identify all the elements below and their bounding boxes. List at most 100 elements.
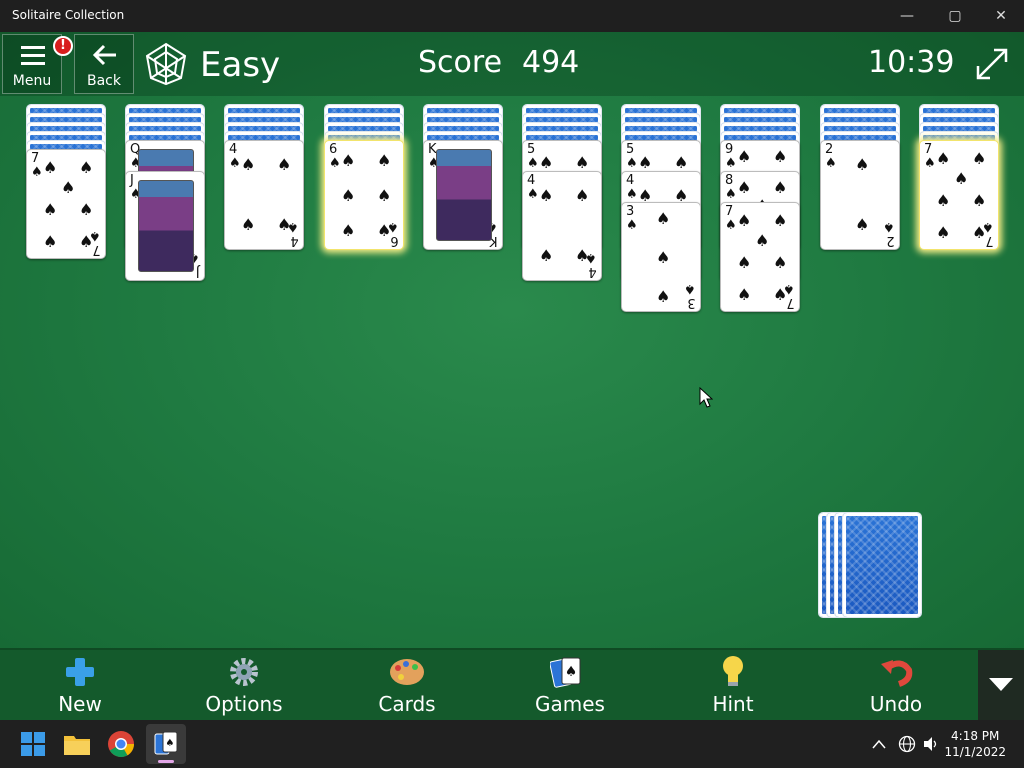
- stock-card: [842, 512, 922, 618]
- spade-pip: ♠: [737, 285, 752, 304]
- hint-button[interactable]: Hint: [673, 650, 793, 722]
- spade-pip: ♠: [737, 147, 752, 166]
- card-rank: 7 ♠: [924, 142, 936, 171]
- hamburger-icon: [21, 46, 45, 65]
- undo-arrow-icon: [881, 660, 913, 687]
- playing-card[interactable]: 6 ♠ 6 ♠ ♠ ♠ ♠ ♠ ♠ ♠: [324, 140, 404, 250]
- lightbulb-icon: [723, 656, 743, 686]
- spade-pip: ♠: [575, 246, 590, 265]
- spade-pip: ♠: [638, 153, 653, 172]
- chevron-down-icon: [989, 678, 1013, 691]
- cards-button[interactable]: Cards: [347, 650, 467, 722]
- spade-pip: ♠: [855, 215, 870, 234]
- spade-pip: ♠: [656, 287, 671, 306]
- maximize-button[interactable]: ▢: [932, 0, 978, 32]
- spade-pip: ♠: [972, 149, 987, 168]
- fullscreen-icon[interactable]: [974, 46, 1010, 82]
- card-rank: 3 ♠: [626, 204, 638, 233]
- gear-icon: [230, 658, 258, 686]
- windows-start-icon[interactable]: [17, 728, 49, 760]
- playing-card[interactable]: 4♠4♠♠♠♠♠: [522, 171, 602, 281]
- taskbar-clock[interactable]: 4:18 PM 11/1/2022: [944, 728, 1006, 760]
- card-rank-corner: 2 ♠: [883, 219, 895, 248]
- plus-icon: [66, 658, 94, 686]
- playing-card[interactable]: J ♠ J ♠: [125, 171, 205, 281]
- spade-pip: ♠: [656, 248, 671, 267]
- spade-pip: ♠: [341, 151, 356, 170]
- volume-icon[interactable]: [922, 735, 940, 753]
- undo-button[interactable]: Undo: [836, 650, 956, 722]
- games-button[interactable]: ♠ Games: [510, 650, 630, 722]
- card-rank: 9 ♠: [725, 142, 737, 171]
- games-label: Games: [535, 692, 605, 716]
- spade-pip: ♠: [539, 153, 554, 172]
- playing-card[interactable]: 3 ♠ 3 ♠ ♠ ♠ ♠: [621, 202, 701, 312]
- spade-pip: ♠: [377, 151, 392, 170]
- playing-card[interactable]: 7 ♠ 7 ♠ ♠ ♠ ♠ ♠ ♠ ♠ ♠: [919, 140, 999, 250]
- toolbar-expand-button[interactable]: [978, 650, 1024, 722]
- spade-pip: ♠: [972, 223, 987, 242]
- card-rank: 4 ♠: [527, 173, 539, 202]
- svg-text:♠: ♠: [166, 738, 175, 749]
- card-rank: 2 ♠: [825, 142, 837, 171]
- spade-pip: ♠: [773, 253, 788, 272]
- game-timer: 10:39: [868, 45, 955, 80]
- mouse-cursor-icon: [699, 387, 713, 408]
- card-rank: 5 ♠: [527, 142, 539, 171]
- options-button[interactable]: Options: [184, 650, 304, 722]
- spade-pip: ♠: [539, 186, 554, 205]
- spade-pip: ♠: [79, 200, 94, 219]
- spade-pip: ♠: [755, 231, 770, 250]
- spade-pip: ♠: [954, 169, 969, 188]
- hint-label: Hint: [712, 692, 754, 716]
- spade-pip: ♠: [241, 215, 256, 234]
- close-button[interactable]: ✕: [978, 0, 1024, 32]
- spade-pip: ♠: [43, 200, 58, 219]
- spade-pip: ♠: [575, 153, 590, 172]
- chrome-icon[interactable]: [105, 728, 137, 760]
- court-figure: [436, 149, 492, 241]
- playing-card[interactable]: 2 ♠ 2 ♠ ♠ ♠: [820, 140, 900, 250]
- card-rank: 5 ♠: [626, 142, 638, 171]
- playing-card[interactable]: K ♠ K ♠: [423, 140, 503, 250]
- card-rank: 4 ♠: [626, 173, 638, 202]
- game-toolbar: New Options Cards ♠ Games Hint Undo: [0, 648, 1024, 722]
- cards-icon: ♠: [550, 657, 581, 688]
- chevron-up-icon[interactable]: [872, 739, 886, 749]
- spade-pip: ♠: [79, 158, 94, 177]
- palette-icon: [390, 659, 424, 685]
- taskbar: ♠ 4:18 PM 11/1/2022: [0, 720, 1024, 768]
- window-title: Solitaire Collection: [12, 8, 125, 22]
- spade-pip: ♠: [936, 191, 951, 210]
- solitaire-taskbar-button[interactable]: ♠: [146, 724, 186, 764]
- spade-pip: ♠: [277, 215, 292, 234]
- spider-web-icon: [145, 42, 187, 86]
- stock-pile[interactable]: [818, 512, 928, 622]
- network-globe-icon[interactable]: [898, 735, 916, 753]
- spade-pip: ♠: [79, 232, 94, 251]
- game-board[interactable]: Menu ! Back Easy Score 494 10:39 7 ♠ 7 ♠ ♠ ♠ ♠…: [0, 32, 1024, 648]
- card-rank-corner: 3 ♠: [684, 281, 696, 310]
- undo-label: Undo: [869, 692, 923, 716]
- spade-pip: ♠: [773, 285, 788, 304]
- file-explorer-icon[interactable]: [61, 728, 93, 760]
- card-rank: 7 ♠: [31, 151, 43, 180]
- back-button[interactable]: Back: [74, 34, 134, 94]
- back-label: Back: [87, 73, 121, 89]
- score-label: Score: [418, 45, 503, 80]
- playing-card[interactable]: 7 ♠ 7 ♠ ♠ ♠ ♠ ♠ ♠ ♠ ♠: [26, 149, 106, 259]
- solitaire-app-icon: ♠: [154, 731, 178, 755]
- card-rank: 7 ♠: [725, 204, 737, 233]
- clock-date: 11/1/2022: [944, 745, 1006, 759]
- spade-pip: ♠: [277, 155, 292, 174]
- minimize-button[interactable]: —: [884, 0, 930, 32]
- spade-pip: ♠: [855, 155, 870, 174]
- spade-pip: ♠: [539, 246, 554, 265]
- title-bar: Solitaire Collection — ▢ ✕: [0, 0, 1024, 32]
- playing-card[interactable]: 4♠4♠♠♠♠♠: [224, 140, 304, 250]
- new-game-button[interactable]: New: [20, 650, 140, 722]
- spade-pip: ♠: [773, 178, 788, 197]
- playing-card[interactable]: 7 ♠ 7 ♠ ♠ ♠ ♠ ♠ ♠ ♠ ♠: [720, 202, 800, 312]
- notification-badge: !: [53, 36, 73, 56]
- new-label: New: [58, 692, 102, 716]
